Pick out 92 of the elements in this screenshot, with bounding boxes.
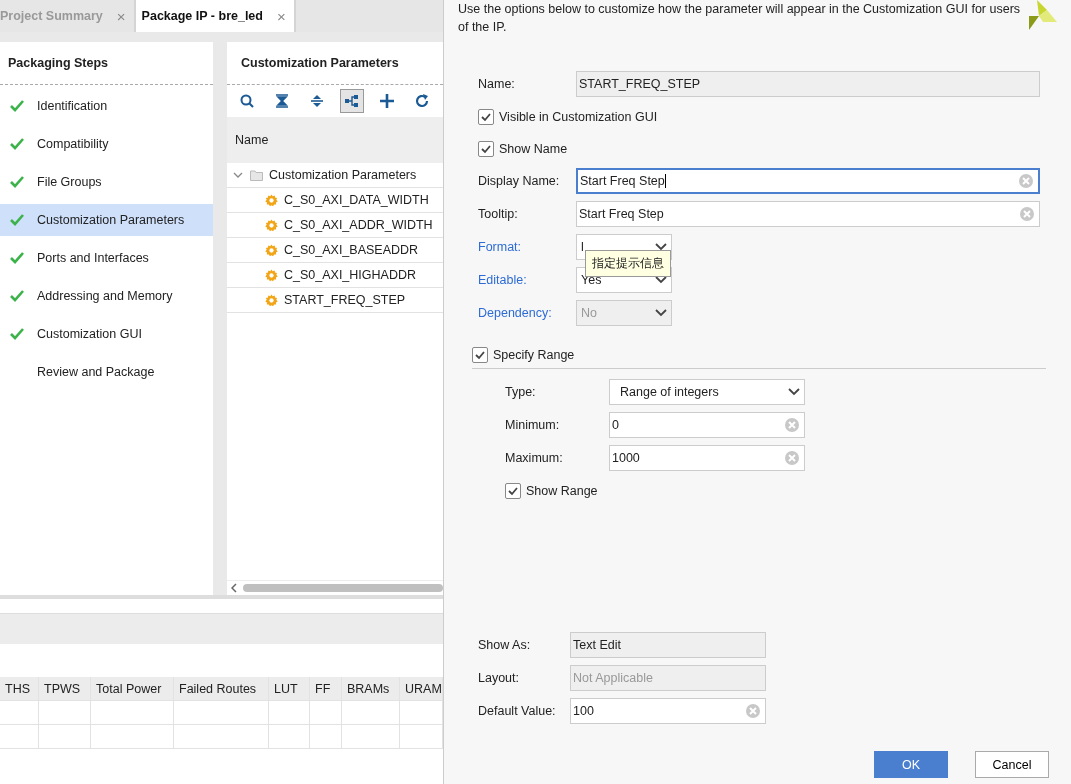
column-header[interactable]: Failed Routes xyxy=(174,677,269,701)
table-cell xyxy=(269,725,310,749)
field-link[interactable]: Format: xyxy=(478,240,576,254)
gear-icon xyxy=(265,268,278,282)
table-cell xyxy=(39,725,91,749)
field-link[interactable]: Editable: xyxy=(478,273,576,287)
checkbox[interactable] xyxy=(472,347,488,363)
check-icon xyxy=(10,100,24,112)
step-item[interactable]: Compatibility xyxy=(0,128,213,160)
input-field[interactable]: Start Freq Step xyxy=(576,201,1040,227)
hierarchy-icon xyxy=(344,93,360,109)
step-item[interactable]: Customization Parameters xyxy=(0,204,213,236)
input-field[interactable]: Start Freq Step xyxy=(576,168,1040,194)
collapse-icon xyxy=(274,93,290,109)
field-label: Layout: xyxy=(478,671,520,685)
column-header[interactable]: Total Power xyxy=(91,677,174,701)
toolbar-button[interactable] xyxy=(340,89,364,113)
input-field[interactable]: START_FREQ_STEP xyxy=(576,71,1040,97)
column-header[interactable]: URAM xyxy=(400,677,443,701)
check-icon xyxy=(10,252,24,264)
step-item[interactable]: File Groups xyxy=(0,166,213,198)
field-label: Display Name: xyxy=(478,174,561,188)
tree-item[interactable]: C_S0_AXI_ADDR_WIDTH xyxy=(227,213,443,238)
folder-icon xyxy=(250,169,263,181)
tree-item[interactable]: C_S0_AXI_HIGHADDR xyxy=(227,263,443,288)
check-icon xyxy=(10,290,24,302)
tree-item[interactable]: START_FREQ_STEP xyxy=(227,288,443,313)
step-item[interactable]: Addressing and Memory xyxy=(0,280,213,312)
column-header[interactable]: BRAMs xyxy=(342,677,400,701)
scrollbar[interactable] xyxy=(243,584,443,592)
table-cell xyxy=(310,701,342,725)
caret-icon xyxy=(655,276,667,284)
tooltip: 指定提示信息 xyxy=(585,250,671,277)
checkbox[interactable] xyxy=(478,141,494,157)
input-field[interactable]: Text Edit xyxy=(570,632,766,658)
checkbox[interactable] xyxy=(505,483,521,499)
field-label: Name: xyxy=(478,77,516,91)
step-item[interactable]: Review and Package xyxy=(0,356,213,388)
close-icon[interactable]: × xyxy=(276,7,286,25)
field-label: Maximum: xyxy=(505,451,564,465)
caret-icon xyxy=(788,388,800,396)
checkbox-label[interactable]: Show Name xyxy=(499,142,568,156)
table-cell xyxy=(342,701,400,725)
field-label: Show As: xyxy=(478,638,532,652)
input-field[interactable]: 100 xyxy=(570,698,766,724)
description-text: Use the options below to customize how the parameter will appear in the Customization GUI for users of the IP. xyxy=(458,1,1022,36)
column-header[interactable]: TPWS xyxy=(39,677,91,701)
cancel-button[interactable]: Cancel xyxy=(975,751,1049,778)
checkbox[interactable] xyxy=(478,109,494,125)
checkbox-label[interactable]: Specify Range xyxy=(493,348,575,362)
field-label: Type: xyxy=(505,385,537,399)
checkbox-label[interactable]: Show Range xyxy=(526,484,598,498)
table-cell xyxy=(39,701,91,725)
tree-item[interactable]: Customization Parameters xyxy=(227,163,443,188)
column-header[interactable]: Name xyxy=(227,117,443,163)
field-label: Tooltip: xyxy=(478,207,519,221)
step-item[interactable]: Ports and Interfaces xyxy=(0,242,213,274)
refresh-icon xyxy=(414,93,430,109)
table-cell xyxy=(310,725,342,749)
dropdown[interactable]: Range of integers xyxy=(609,379,805,405)
check-icon xyxy=(10,214,24,226)
check-icon xyxy=(10,176,24,188)
input-field[interactable]: 0 xyxy=(609,412,805,438)
tab[interactable]: Package IP - bre_led × xyxy=(135,0,296,32)
gear-icon xyxy=(265,243,278,257)
expand-icon xyxy=(309,93,325,109)
field-label: Default Value: xyxy=(478,704,557,718)
chevron-icon[interactable] xyxy=(233,171,243,179)
panel-title: Packaging Steps xyxy=(0,42,213,85)
gear-icon xyxy=(265,218,278,232)
plus-icon xyxy=(379,93,395,109)
scroll-left-icon[interactable] xyxy=(231,583,237,593)
column-header[interactable]: FF xyxy=(310,677,342,701)
ok-button[interactable]: OK xyxy=(874,751,948,778)
table-cell xyxy=(269,701,310,725)
check-icon xyxy=(10,328,24,340)
search-icon xyxy=(239,93,255,109)
check-icon xyxy=(10,138,24,150)
tree-item[interactable]: C_S0_AXI_BASEADDR xyxy=(227,238,443,263)
step-item[interactable]: Customization GUI xyxy=(0,318,213,350)
column-header[interactable]: THS xyxy=(0,677,39,701)
field-label: Minimum: xyxy=(505,418,561,432)
tree-item[interactable]: C_S0_AXI_DATA_WIDTH xyxy=(227,188,443,213)
checkbox-label[interactable]: Visible in Customization GUI xyxy=(499,110,658,124)
step-item[interactable]: Identification xyxy=(0,90,213,122)
column-header[interactable]: LUT xyxy=(269,677,310,701)
input-field[interactable]: 1000 xyxy=(609,445,805,471)
gear-icon xyxy=(265,293,278,307)
table-cell xyxy=(342,725,400,749)
gear-icon xyxy=(265,193,278,207)
caret-icon xyxy=(655,309,667,317)
caret-icon xyxy=(655,243,667,251)
